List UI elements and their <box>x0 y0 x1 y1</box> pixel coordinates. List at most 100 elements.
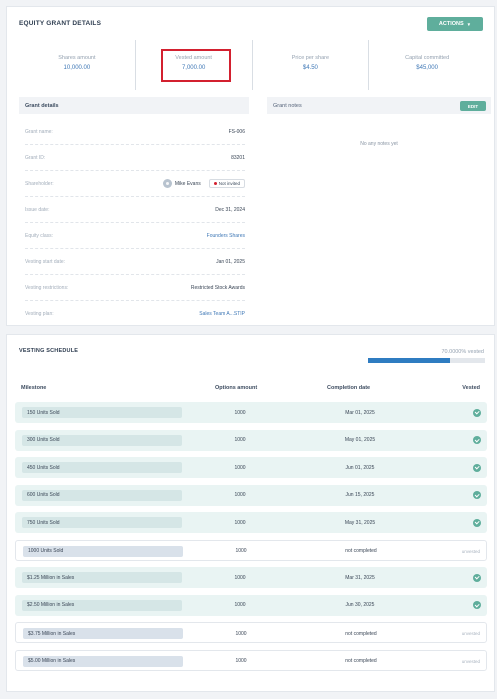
detail-value: FS-006 <box>228 128 245 135</box>
vested-status <box>473 567 481 588</box>
vesting-row[interactable]: 1000 Units Sold 1000 not completed unvested <box>15 539 487 562</box>
milestone-name: $5.00 Million in Sales <box>23 655 183 667</box>
stat-capital: Capital committed $45,000 <box>368 40 485 90</box>
detail-label: Equity class: <box>25 232 54 239</box>
stats-row: Shares amount 10,000.00 Vested amount 7,… <box>19 40 485 90</box>
col-milestone: Milestone <box>21 385 47 391</box>
completion-date: not completed <box>345 630 377 637</box>
completion-date: Mar 01, 2025 <box>345 409 375 416</box>
detail-link[interactable]: Founders Shares <box>207 233 245 239</box>
vested-status <box>473 457 481 478</box>
stat-shares: Shares amount 10,000.00 <box>19 40 135 90</box>
col-amount: Options amount <box>215 385 258 391</box>
detail-link[interactable]: Sales Team A...STIP <box>199 311 245 317</box>
detail-row: Vesting plan: Sales Team A...STIP <box>25 301 245 327</box>
check-circle-icon <box>473 601 481 609</box>
vesting-progress-fill <box>368 358 450 363</box>
stat-label: Shares amount <box>58 55 96 61</box>
stat-label: Price per share <box>291 55 330 61</box>
vesting-row[interactable]: $3.75 Million in Sales 1000 not completed u… <box>15 622 487 643</box>
milestone-name: $1.25 Million in Sales <box>22 572 182 583</box>
shareholder-name: Mike Evans <box>174 180 201 187</box>
vested-percent: 70.0000% vested <box>441 349 484 355</box>
vested-status <box>473 512 481 533</box>
options-amount: 1000 <box>234 437 246 443</box>
completion-date: Jun 01, 2025 <box>345 464 375 471</box>
vesting-row[interactable]: 750 Units Sold 1000 May 31, 2025 <box>15 512 487 533</box>
vested-status: unvested <box>462 541 480 562</box>
milestone-name: $2.50 Million in Sales <box>22 599 182 611</box>
actions-button[interactable]: ACTIONS ▼ <box>427 17 483 31</box>
vesting-row[interactable]: $5.00 Million in Sales 1000 not completed u… <box>15 649 487 672</box>
stat-label: Vested amount <box>175 55 212 61</box>
detail-value: Jan 01, 2025 <box>216 258 245 265</box>
check-circle-icon <box>473 518 481 527</box>
check-circle-icon <box>473 436 481 444</box>
stat-value: $4.50 <box>302 65 318 71</box>
options-amount: 1000 <box>235 630 247 637</box>
actions-label: ACTIONS <box>438 21 464 27</box>
detail-row: Vesting start date: Jan 01, 2025 <box>25 249 245 275</box>
vesting-row[interactable]: $1.25 Million in Sales 1000 Mar 31, 2025 <box>15 567 487 588</box>
vesting-row[interactable]: 300 Units Sold 1000 May 01, 2025 <box>15 429 487 451</box>
check-circle-icon <box>473 463 481 472</box>
vesting-schedule-card: VESTING SCHEDULE 70.0000% vested Milesto… <box>6 334 495 692</box>
vested-status: unvested <box>462 651 480 672</box>
check-circle-icon <box>473 573 481 582</box>
milestone-name: 450 Units Sold <box>22 462 182 473</box>
detail-value: Restricted Stock Awards <box>190 284 245 291</box>
detail-row: Grant name: FS-006 <box>25 119 245 145</box>
completion-date: May 01, 2025 <box>344 437 376 443</box>
detail-row: Shareholder: Mike Evans Not invited <box>25 171 245 197</box>
user-avatar-icon <box>162 179 172 188</box>
vested-status <box>473 430 481 451</box>
unvested-label: unvested <box>461 548 480 554</box>
detail-row: Equity class: Founders Shares <box>25 223 245 249</box>
vesting-row[interactable]: 150 Units Sold 1000 Mar 01, 2025 <box>15 402 487 423</box>
vesting-row[interactable]: $2.50 Million in Sales 1000 Jun 30, 2025 <box>15 594 487 616</box>
options-amount: 1000 <box>234 464 246 471</box>
edit-notes-button[interactable]: EDIT <box>460 101 486 111</box>
milestone-name: 600 Units Sold <box>22 489 182 501</box>
detail-label: Vesting start date: <box>25 258 66 265</box>
detail-row: Grant ID: 83201 <box>25 145 245 171</box>
grant-notes-header: Grant notes EDIT <box>267 97 491 114</box>
stat-vested: Vested amount 7,000.00 <box>134 40 252 90</box>
unvested-label: unvested <box>461 658 480 664</box>
options-amount: 1000 <box>234 492 246 498</box>
vested-status <box>473 402 481 423</box>
detail-label: Vesting restrictions: <box>25 284 69 291</box>
unvested-label: unvested <box>461 631 480 636</box>
stat-label: Capital committed <box>405 55 450 61</box>
col-vested: Vested <box>462 385 480 391</box>
milestone-name: 750 Units Sold <box>22 517 182 528</box>
vested-status <box>473 485 481 506</box>
grant-title: EQUITY GRANT DETAILS <box>19 20 102 27</box>
status-dot-icon <box>213 182 217 185</box>
vested-status: unvested <box>462 623 480 644</box>
milestone-name: 300 Units Sold <box>22 434 182 446</box>
check-circle-icon <box>473 408 481 417</box>
options-amount: 1000 <box>234 602 246 608</box>
detail-label: Grant ID: <box>25 154 46 161</box>
detail-label: Issue date: <box>25 206 50 213</box>
stat-value: 7,000.00 <box>181 65 206 71</box>
vesting-row[interactable]: 600 Units Sold 1000 Jun 15, 2025 <box>15 484 487 506</box>
grant-details-header: Grant details <box>19 97 249 114</box>
completion-date: not completed <box>345 658 377 664</box>
options-amount: 1000 <box>235 548 247 554</box>
stat-value: 10,000.00 <box>63 65 91 71</box>
status-badge: Not invited <box>208 179 245 188</box>
vesting-row[interactable]: 450 Units Sold 1000 Jun 01, 2025 <box>15 457 487 478</box>
caret-down-icon: ▼ <box>466 21 472 27</box>
shareholder-value[interactable]: Mike Evans Not invited <box>162 179 245 188</box>
milestone-name: 1000 Units Sold <box>23 545 183 557</box>
options-amount: 1000 <box>235 658 247 664</box>
detail-value: 83201 <box>231 154 245 161</box>
col-date: Completion date <box>327 385 371 391</box>
options-amount: 1000 <box>234 574 246 581</box>
completion-date: Mar 31, 2025 <box>345 574 375 581</box>
detail-row: Vesting restrictions: Restricted Stock Aw… <box>25 275 245 301</box>
completion-date: Jun 15, 2025 <box>345 492 375 498</box>
detail-label: Shareholder: <box>25 180 54 187</box>
